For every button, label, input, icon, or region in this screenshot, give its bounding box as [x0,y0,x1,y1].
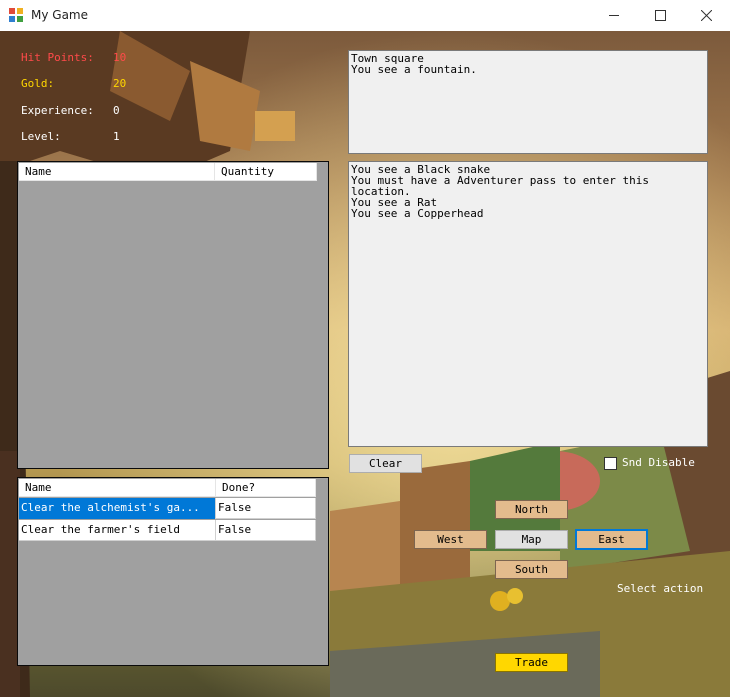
sound-disable-label[interactable]: Snd Disable [622,456,695,469]
game-app-icon [9,8,23,22]
north-button[interactable]: North [495,500,568,519]
location-textbox[interactable]: Town square You see a fountain. [348,50,708,154]
clear-button[interactable]: Clear [349,454,422,473]
title-bar: My Game [0,0,730,31]
hit-points-label: Hit Points: [21,51,94,64]
gold-label: Gold: [21,77,55,90]
quest-done: False [216,520,316,541]
quest-name: Clear the farmer's field [19,520,216,541]
close-button[interactable] [683,0,729,31]
inventory-column-name[interactable]: Name [19,163,215,181]
experience-value: 0 [113,104,120,117]
game-area: Hit Points: 10 Gold: 20 Experience: 0 Le… [0,31,730,697]
quest-column-done[interactable]: Done? [216,479,316,497]
minimize-icon [608,15,619,16]
quest-header: Name Done? [19,479,316,497]
gold-value: 20 [113,77,127,90]
maximize-button[interactable] [637,0,683,31]
quest-list[interactable]: Name Done? Clear the alchemist's ga... F… [17,477,329,666]
south-button[interactable]: South [495,560,568,579]
experience-label: Experience: [21,104,94,117]
inventory-header: Name Quantity [19,163,317,181]
level-label: Level: [21,130,61,143]
quest-done: False [216,498,316,519]
close-icon [700,10,712,21]
window-title: My Game [31,8,88,22]
messages-textbox[interactable]: You see a Black snake You must have a Ad… [348,161,708,447]
quest-name: Clear the alchemist's ga... [19,498,216,519]
east-button[interactable]: East [575,529,648,550]
select-action-label: Select action [617,582,704,595]
maximize-icon [654,10,666,21]
level-value: 1 [113,130,120,143]
quest-row[interactable]: Clear the farmer's field False [19,520,316,541]
inventory-column-quantity[interactable]: Quantity [215,163,317,181]
map-button[interactable]: Map [495,530,568,549]
sound-disable-checkbox[interactable] [604,457,617,470]
inventory-list[interactable]: Name Quantity [17,161,329,469]
west-button[interactable]: West [414,530,487,549]
quest-column-name[interactable]: Name [19,479,216,497]
quest-row[interactable]: Clear the alchemist's ga... False [19,498,316,519]
hit-points-value: 10 [113,51,127,64]
trade-button[interactable]: Trade [495,653,568,672]
minimize-button[interactable] [591,0,637,31]
